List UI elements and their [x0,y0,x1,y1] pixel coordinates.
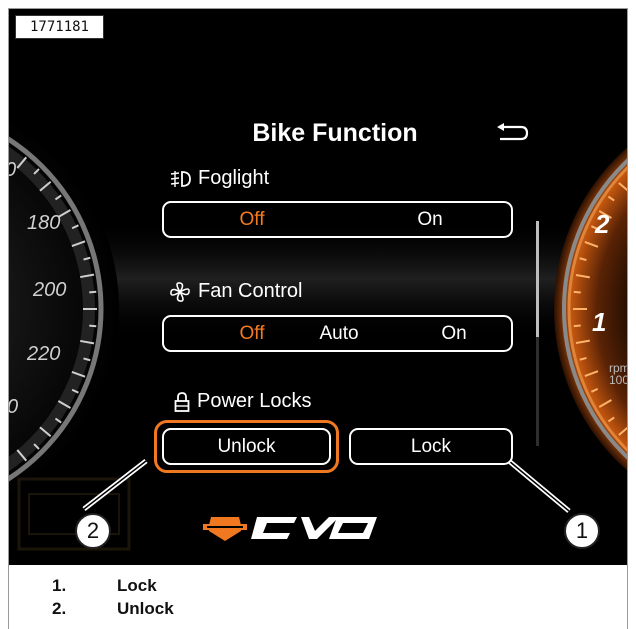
padlock-icon [174,391,190,412]
legend-number: 1. [52,576,67,595]
return-arrow-icon[interactable] [494,122,530,146]
figure-id-label: 1771181 [15,15,104,39]
unlock-button[interactable]: Unlock [162,428,331,465]
legend-label: Lock [117,576,157,595]
foglight-icon [170,170,191,187]
left-gauge-tick-label: 180 [27,212,61,234]
left-gauge-tick-label: 200 [33,279,67,301]
fan-option-auto[interactable]: Auto [319,317,358,350]
foglight-label: Foglight [198,167,270,189]
legend-row: 1. Lock [52,574,174,597]
legend-label: Unlock [117,599,174,618]
gauge-graphics [9,118,627,551]
foglight-option-on[interactable]: On [417,203,442,236]
fan-control-toggle[interactable]: Off Auto On [162,315,513,352]
right-gauge-tick-label: 1 [592,307,607,337]
right-gauge-tick-label: 2 [595,209,610,239]
power-locks-label: Power Locks [197,390,312,412]
fan-control-section-label: Fan Control [169,280,303,303]
fan-option-off[interactable]: Off [240,317,265,350]
page-title: Bike Function [252,119,418,147]
foglight-section-label: Foglight [169,167,269,190]
callout-2: 2 [75,513,111,549]
gauge-tick [573,290,581,294]
dashboard-screen: 0 180 200 220 0 2 1 rpm 100 Bike Functio… [9,9,627,565]
fan-icon [170,281,190,302]
brand-logo [203,517,377,541]
power-locks-section-label: Power Locks [174,390,312,413]
gauge-tick [89,290,97,294]
gauge-tick [573,324,581,328]
foglight-toggle[interactable]: Off On [162,201,513,238]
legend: 1. Lock 2. Unlock [52,574,174,620]
callout-1: 1 [564,513,600,549]
lock-button[interactable]: Lock [349,428,513,465]
left-gauge-tick-label: 0 [9,159,16,182]
fan-option-on[interactable]: On [441,317,466,350]
left-gauge-tick-label: 220 [27,343,61,365]
right-gauge [554,147,627,471]
fan-control-label: Fan Control [198,280,303,302]
rpm-unit-value: 100 [609,373,627,387]
left-gauge [9,118,119,500]
foglight-option-off[interactable]: Off [240,203,265,236]
gauge-tick [89,324,97,328]
scrollbar-thumb[interactable] [536,221,539,337]
legend-row: 2. Unlock [52,597,174,620]
legend-number: 2. [52,599,67,618]
left-gauge-tick-label: 0 [9,396,18,419]
